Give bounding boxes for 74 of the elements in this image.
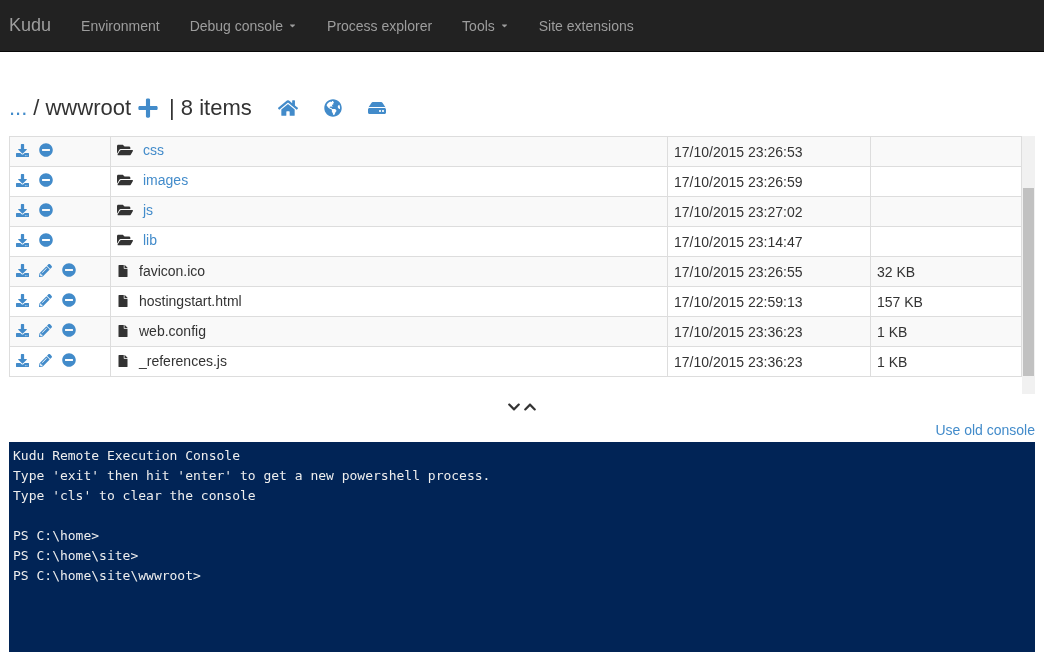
caret-icon (288, 21, 298, 30)
console-panel[interactable]: Kudu Remote Execution Console Type 'exit' then hit 'enter' to get a new powershell process. Type 'cls' to clear the console PS C:\home> PS C:\home\site> PS C:\home\site\wwwroot> (9, 442, 1035, 652)
file-name: web.config (139, 323, 206, 339)
file-icon (117, 325, 129, 337)
file-icon (117, 265, 129, 277)
modified-date: 17/10/2015 23:14:47 (674, 233, 803, 250)
download-icon[interactable] (16, 323, 29, 337)
download-icon[interactable] (16, 263, 29, 277)
file-name: hostingstart.html (139, 293, 242, 309)
folder-link[interactable]: js (143, 202, 154, 218)
parent-link[interactable]: ... (9, 95, 28, 121)
home-icon[interactable] (277, 98, 298, 118)
folder-icon (117, 202, 133, 218)
remove-icon[interactable] (39, 203, 53, 218)
item-count: | 8 items (169, 95, 252, 121)
download-icon[interactable] (16, 233, 29, 247)
scrollbar-thumb[interactable] (1023, 188, 1034, 376)
modified-date: 17/10/2015 23:26:53 (674, 143, 803, 160)
pencil-icon[interactable] (39, 353, 52, 367)
modified-date: 17/10/2015 23:36:23 (674, 353, 803, 370)
console-prompt: PS C:\home> (13, 527, 101, 545)
file-name: favicon.ico (139, 263, 206, 279)
remove-icon[interactable] (39, 143, 53, 158)
modified-date: 17/10/2015 23:36:23 (674, 323, 803, 340)
drive-icon[interactable] (367, 99, 386, 117)
file-size: 32 KB (877, 263, 916, 280)
brand[interactable]: Kudu (0, 15, 67, 36)
download-icon[interactable] (16, 203, 29, 217)
download-icon[interactable] (16, 293, 29, 307)
globe-icon[interactable] (323, 99, 342, 117)
modified-date: 17/10/2015 23:26:55 (674, 263, 803, 280)
remove-icon[interactable] (62, 353, 76, 368)
plus-icon[interactable] (137, 97, 160, 119)
caret-icon (499, 21, 509, 30)
pencil-icon[interactable] (39, 323, 52, 337)
folder-link[interactable]: images (143, 172, 189, 188)
remove-icon[interactable] (62, 293, 76, 308)
nav-link[interactable]: Site extensions (523, 17, 649, 34)
modified-date: 17/10/2015 22:59:13 (674, 293, 803, 310)
pencil-icon[interactable] (39, 263, 52, 277)
folder-icon (117, 232, 133, 248)
path-separator: / (33, 95, 40, 121)
remove-icon[interactable] (62, 263, 76, 278)
console-line: Type 'cls' to clear the console (13, 487, 257, 505)
remove-icon[interactable] (39, 233, 53, 248)
file-size: 1 KB (877, 353, 908, 370)
remove-icon[interactable] (62, 323, 76, 338)
console-prompt: PS C:\home\site\wwwroot> (13, 567, 202, 585)
console-line: Kudu Remote Execution Console (13, 447, 241, 465)
console-prompt: PS C:\home\site> (13, 547, 140, 565)
folder-link[interactable]: lib (143, 232, 157, 248)
current-folder: wwwroot (45, 95, 132, 121)
remove-icon[interactable] (39, 173, 53, 188)
nav-link[interactable]: Environment (66, 17, 175, 34)
file-icon (117, 295, 129, 307)
file-icon (117, 355, 129, 367)
console-line: Type 'exit' then hit 'enter' to get a new powershell process. (13, 467, 492, 485)
nav-link[interactable]: Tools (447, 17, 524, 34)
folder-icon (117, 172, 133, 188)
old-console-link[interactable]: Use old console (935, 422, 1035, 438)
download-icon[interactable] (16, 173, 29, 187)
file-name: _references.js (139, 353, 227, 369)
file-size: 157 KB (877, 293, 923, 310)
folder-icon (117, 142, 133, 158)
modified-date: 17/10/2015 23:27:02 (674, 203, 803, 220)
nav-link[interactable]: Process explorer (312, 17, 448, 34)
modified-date: 17/10/2015 23:26:59 (674, 173, 803, 190)
file-size: 1 KB (877, 323, 908, 340)
scrollbar[interactable] (1022, 136, 1035, 394)
nav-link[interactable]: Debug console (174, 17, 313, 34)
download-icon[interactable] (16, 353, 29, 367)
download-icon[interactable] (16, 143, 29, 157)
pencil-icon[interactable] (39, 293, 52, 307)
folder-link[interactable]: css (143, 142, 164, 158)
